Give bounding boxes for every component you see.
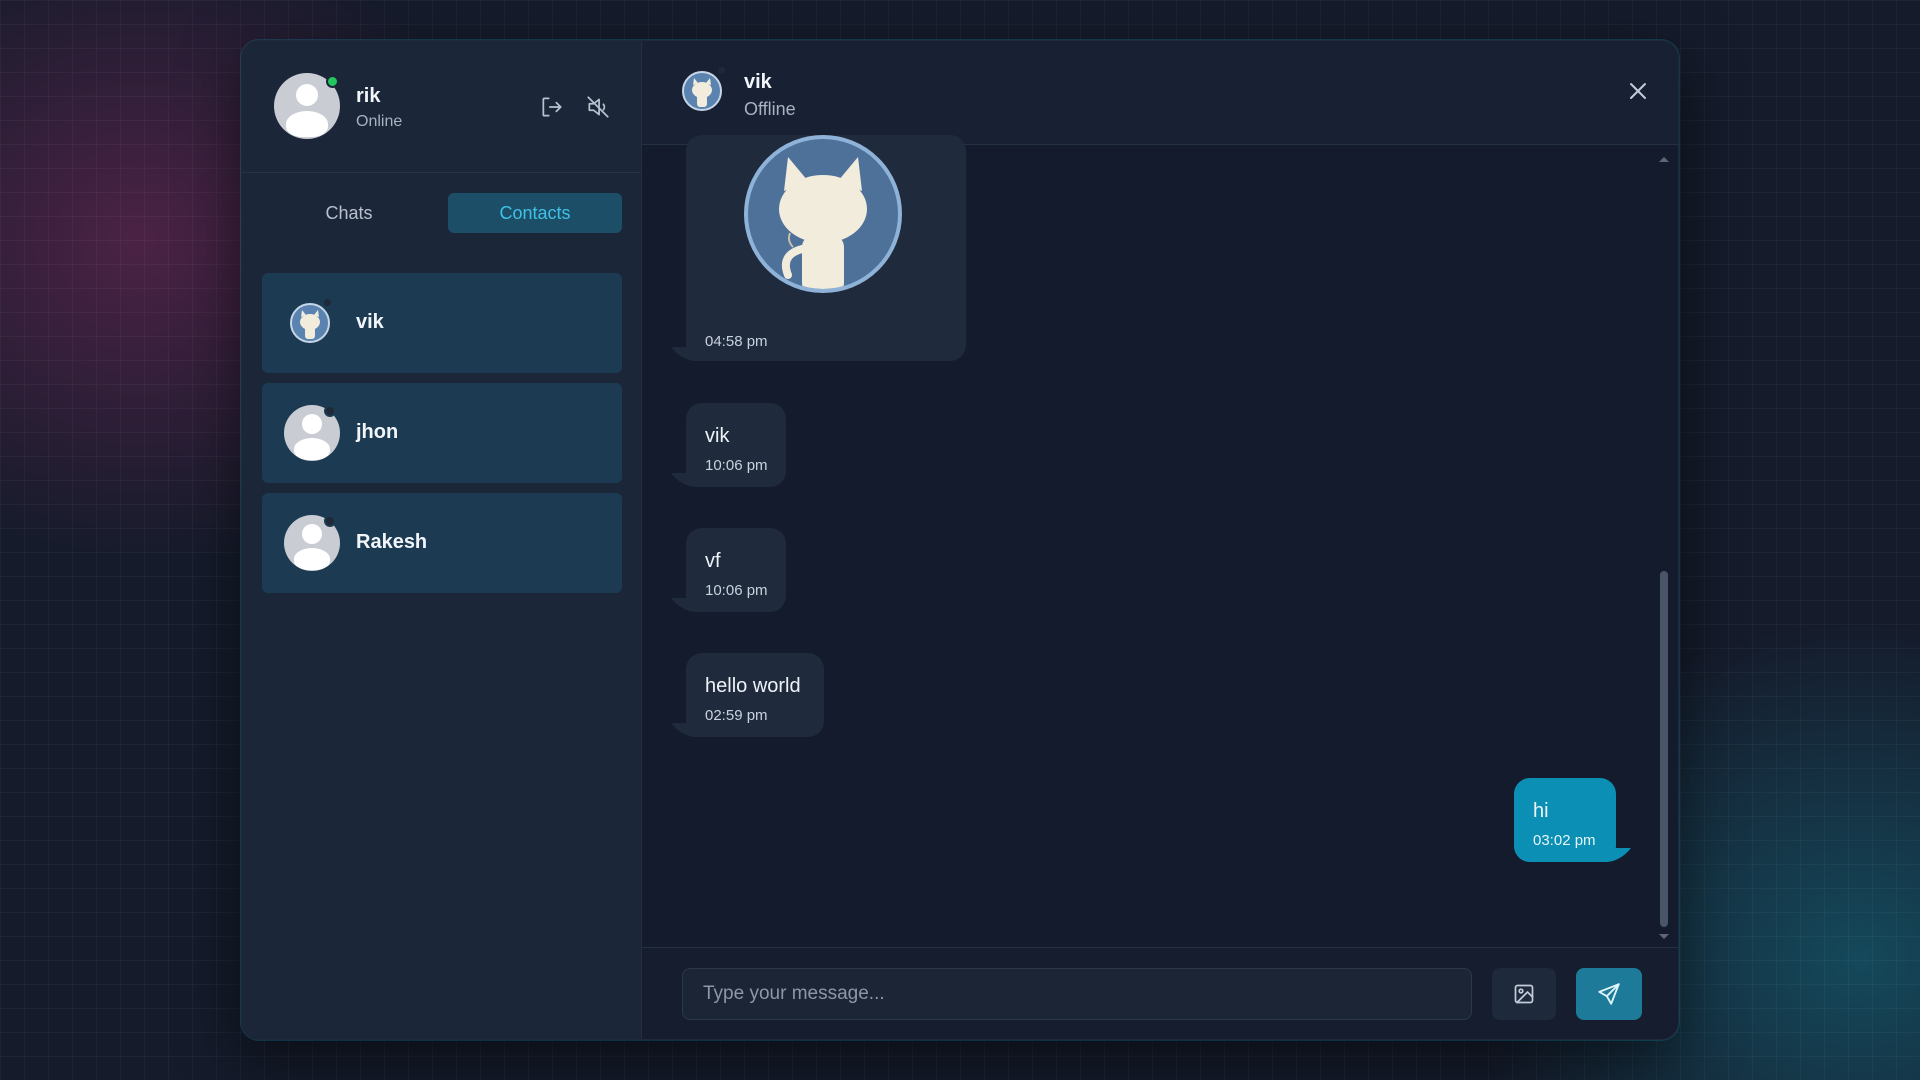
- message-list[interactable]: 04:58 pm vik 10:06 pm vf 10:06 pm hello …: [642, 135, 1678, 947]
- github-octocat-icon: [682, 71, 722, 111]
- current-user-name: rik: [356, 85, 381, 107]
- chat-header: vik Offline: [642, 41, 1678, 145]
- message-bubble-incoming: vik 10:06 pm: [686, 403, 786, 487]
- message-scrollbar[interactable]: [1658, 155, 1670, 941]
- chat-peer-name: vik: [744, 71, 772, 93]
- contact-list: vik jhon Rakesh: [262, 273, 622, 603]
- offline-status-dot: [324, 515, 336, 527]
- send-icon: [1598, 983, 1620, 1005]
- sound-off-icon[interactable]: [582, 91, 614, 123]
- chat-panel: vik Offline 04:58 pm vik 10:06 pm vf 10:…: [642, 41, 1678, 1039]
- offline-status-dot: [322, 297, 333, 308]
- contact-name: vik: [356, 311, 384, 333]
- message-text: hi: [1533, 800, 1549, 822]
- contact-name: jhon: [356, 421, 399, 443]
- message-input[interactable]: [682, 968, 1472, 1020]
- sidebar-tabs: Chats Contacts: [262, 193, 622, 233]
- github-octocat-icon: [290, 303, 330, 343]
- message-time: 04:58 pm: [705, 333, 768, 350]
- message-text: vik: [705, 425, 730, 447]
- contact-item-jhon[interactable]: jhon: [262, 383, 622, 483]
- message-time: 03:02 pm: [1533, 832, 1596, 849]
- contact-item-vik[interactable]: vik: [262, 273, 622, 373]
- message-bubble-image: 04:58 pm: [686, 135, 966, 361]
- chat-peer-status: Offline: [744, 99, 796, 119]
- logout-icon[interactable]: [536, 91, 568, 123]
- message-text: hello world: [705, 675, 801, 697]
- contact-name: Rakesh: [356, 531, 428, 553]
- attach-image-button[interactable]: [1492, 968, 1556, 1020]
- send-button[interactable]: [1576, 968, 1642, 1020]
- tab-chats[interactable]: Chats: [262, 193, 436, 233]
- github-octocat-icon[interactable]: [744, 135, 902, 293]
- message-time: 10:06 pm: [705, 582, 768, 599]
- image-icon: [1514, 984, 1534, 1004]
- contact-item-rakesh[interactable]: Rakesh: [262, 493, 622, 593]
- scroll-thumb[interactable]: [1660, 571, 1668, 927]
- offline-status-dot: [324, 405, 336, 417]
- close-icon[interactable]: [1624, 77, 1652, 105]
- message-composer: [642, 947, 1678, 1039]
- message-bubble-outgoing: hi 03:02 pm: [1514, 778, 1616, 862]
- scroll-up-icon[interactable]: [1658, 155, 1670, 163]
- message-time: 02:59 pm: [705, 707, 768, 724]
- offline-status-dot: [716, 65, 727, 76]
- current-user-status: Online: [356, 113, 403, 130]
- chat-app-window: rik Online Chats Contacts vik jhon Rakes…: [241, 40, 1679, 1040]
- message-bubble-incoming: hello world 02:59 pm: [686, 653, 824, 737]
- message-text: vf: [705, 550, 721, 572]
- sidebar: rik Online Chats Contacts vik jhon Rakes…: [242, 41, 642, 1039]
- current-user-header: rik Online: [242, 41, 641, 173]
- message-bubble-incoming: vf 10:06 pm: [686, 528, 786, 612]
- tab-contacts[interactable]: Contacts: [448, 193, 622, 233]
- scroll-down-icon[interactable]: [1658, 933, 1670, 941]
- message-time: 10:06 pm: [705, 457, 768, 474]
- online-status-dot: [326, 75, 339, 88]
